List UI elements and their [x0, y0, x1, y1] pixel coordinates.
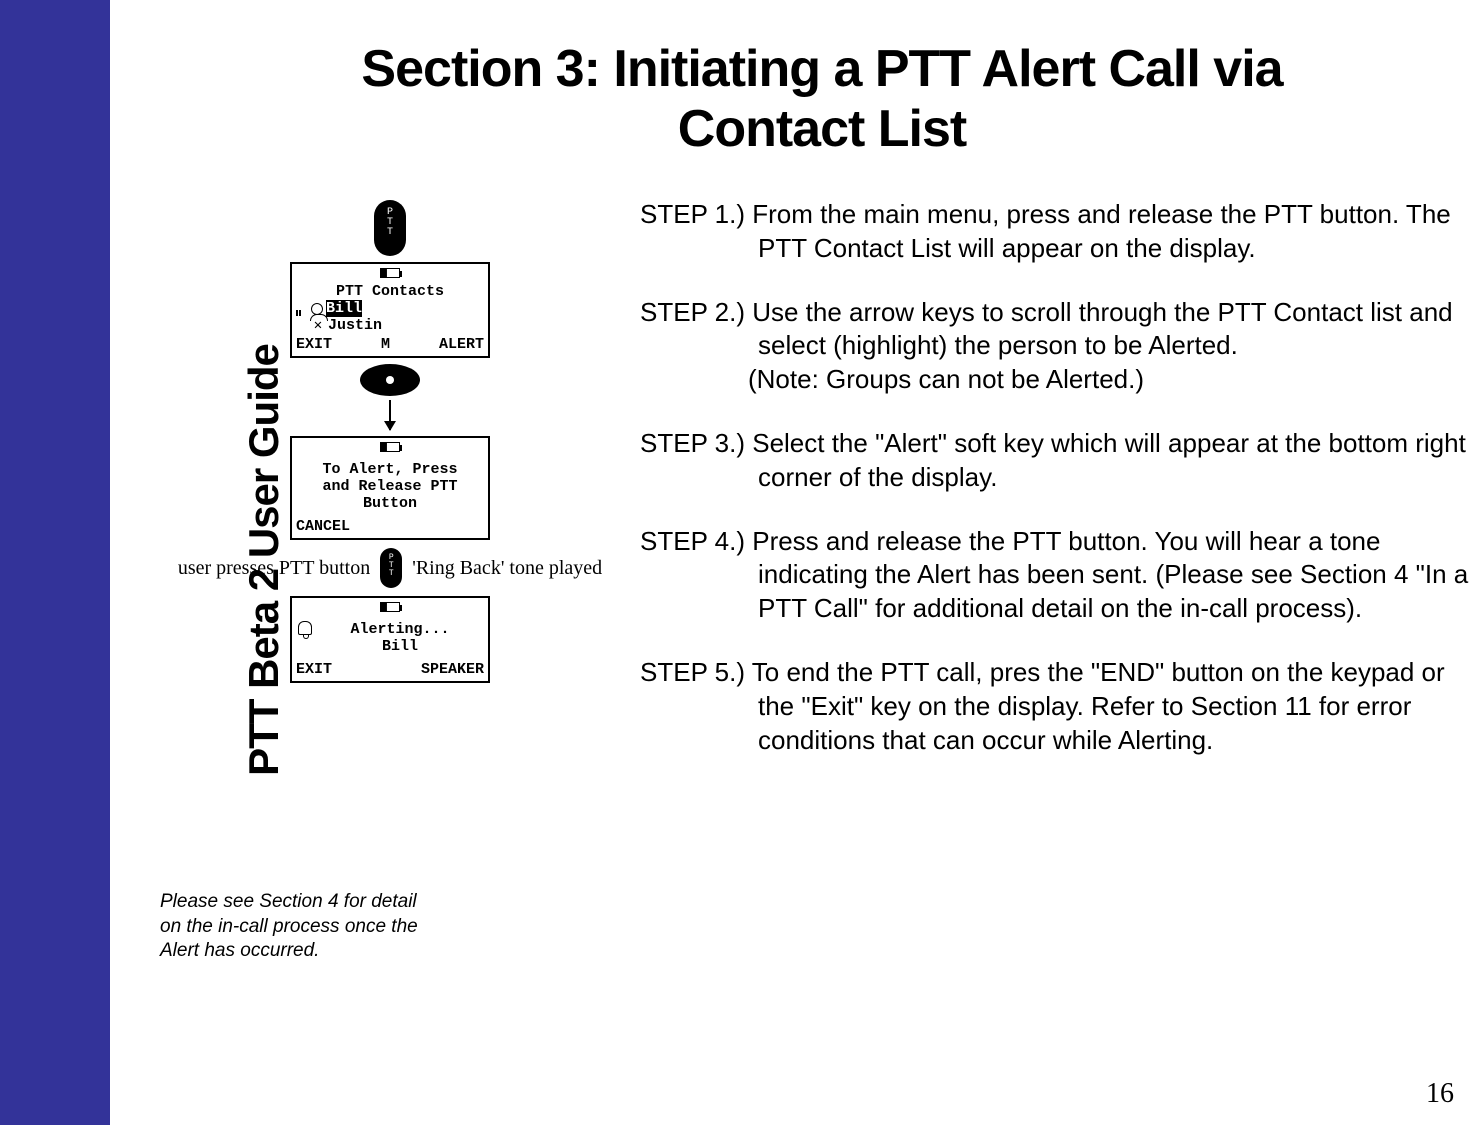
step-2: STEP 2.) Use the arrow keys to scroll th… — [640, 296, 1484, 364]
softkey-menu: M — [381, 336, 390, 353]
screen2-line2: and Release PTT — [298, 478, 482, 495]
phone-screen-alert-prompt: To Alert, Press and Release PTT Button C… — [290, 436, 490, 540]
ptt-button-small-icon: PTT — [380, 548, 402, 588]
footnote: Please see Section 4 for detail on the i… — [160, 890, 440, 964]
page-title-line2: Contact List — [678, 100, 966, 158]
step-3: STEP 3.) Select the "Alert" soft key whi… — [640, 427, 1484, 495]
step-4: STEP 4.) Press and release the PTT butto… — [640, 525, 1484, 626]
step-1: STEP 1.) From the main menu, press and r… — [640, 198, 1484, 266]
label-ringback: 'Ring Back' tone played — [412, 557, 602, 580]
page-number: 16 — [1426, 1078, 1454, 1110]
sidebar-band — [0, 0, 110, 1125]
screen2-line1: To Alert, Press — [298, 461, 482, 478]
phone-screen-contacts: PTT Contacts Bill ✕ Justin EXIT M ALERT — [290, 262, 490, 358]
battery-icon — [380, 442, 400, 452]
person-icon — [311, 303, 323, 315]
nav-pad-icon — [360, 364, 420, 396]
softkey-speaker: SPEAKER — [421, 661, 484, 678]
softkey-exit: EXIT — [296, 336, 332, 353]
page-title-line1: Section 3: Initiating a PTT Alert Call v… — [361, 40, 1282, 98]
battery-icon — [380, 268, 400, 278]
ptt-button-icon: PTT — [374, 200, 406, 256]
step-5: STEP 5.) To end the PTT call, pres the "… — [640, 656, 1484, 757]
step-2-note: (Note: Groups can not be Alerted.) — [640, 363, 1484, 397]
softkey-alert: ALERT — [439, 336, 484, 353]
contact-bill-selected: Bill — [326, 300, 362, 317]
battery-icon — [380, 602, 400, 612]
arrow-down-icon — [389, 400, 391, 430]
label-user-presses: user presses PTT button — [178, 557, 370, 580]
screen1-title: PTT Contacts — [292, 283, 488, 300]
steps-column: STEP 1.) From the main menu, press and r… — [640, 198, 1484, 787]
contact-justin: Justin — [328, 317, 382, 334]
signal-icon — [296, 302, 308, 316]
screen2-line3: Button — [298, 495, 482, 512]
softkey-cancel: CANCEL — [296, 518, 350, 535]
diagram-mid-row: user presses PTT button PTT 'Ring Back' … — [160, 548, 620, 588]
page-title: Section 3: Initiating a PTT Alert Call v… — [160, 40, 1484, 160]
phone-screen-alerting: Alerting... Bill EXIT SPEAKER — [290, 596, 490, 683]
screen3-line1: Alerting... — [318, 621, 482, 638]
diagram-column: PTT PTT Contacts Bill ✕ Justin EXIT M AL… — [160, 200, 620, 683]
softkey-exit-2: EXIT — [296, 661, 332, 678]
bell-icon — [298, 621, 312, 635]
screen3-line2: Bill — [318, 638, 482, 655]
